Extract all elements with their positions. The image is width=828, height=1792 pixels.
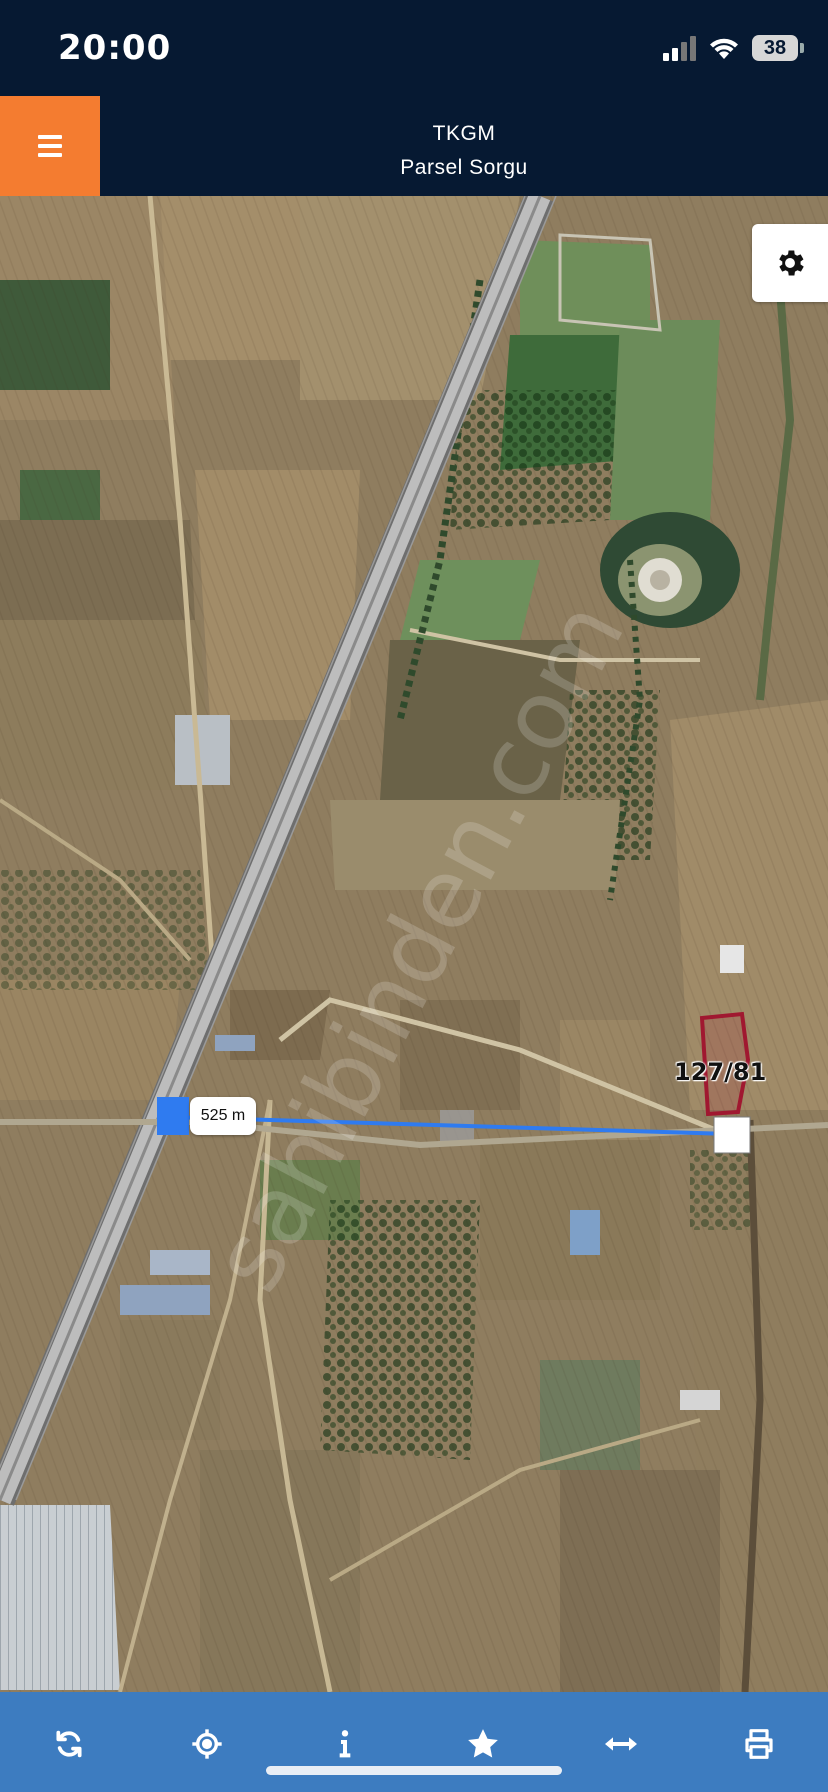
satellite-map[interactable]: sahibinden.com <box>0 196 828 1692</box>
measure-icon <box>605 1737 637 1751</box>
star-icon <box>468 1729 498 1758</box>
print-icon <box>745 1729 773 1759</box>
parcel-label[interactable]: 127/81 <box>674 1058 766 1086</box>
status-time: 20:00 <box>58 28 172 68</box>
wifi-icon <box>710 38 738 59</box>
refresh-icon <box>56 1730 82 1758</box>
status-icons: 38 <box>663 30 804 66</box>
locate-button[interactable] <box>177 1722 237 1766</box>
print-button[interactable] <box>729 1722 789 1766</box>
info-icon <box>339 1730 351 1758</box>
favorite-button[interactable] <box>453 1722 513 1766</box>
locate-icon <box>192 1729 222 1759</box>
distance-label: 525 m <box>190 1097 256 1135</box>
home-indicator <box>266 1766 562 1775</box>
battery-icon: 38 <box>752 35 804 61</box>
battery-level: 38 <box>763 36 787 59</box>
page-subtitle: Parsel Sorgu <box>400 156 528 179</box>
app-header: TKGM Parsel Sorgu <box>0 96 828 196</box>
header-titles: TKGM Parsel Sorgu <box>100 96 828 196</box>
hamburger-menu-icon[interactable] <box>0 96 100 196</box>
settings-button[interactable] <box>752 224 828 302</box>
bottom-toolbar <box>0 1692 828 1792</box>
info-button[interactable] <box>315 1722 375 1766</box>
gear-icon <box>779 250 804 276</box>
measure-button[interactable] <box>591 1722 651 1766</box>
refresh-button[interactable] <box>39 1722 99 1766</box>
status-bar: 20:00 38 <box>0 0 828 96</box>
page-title: TKGM <box>432 122 496 145</box>
signal-icon <box>663 35 696 61</box>
